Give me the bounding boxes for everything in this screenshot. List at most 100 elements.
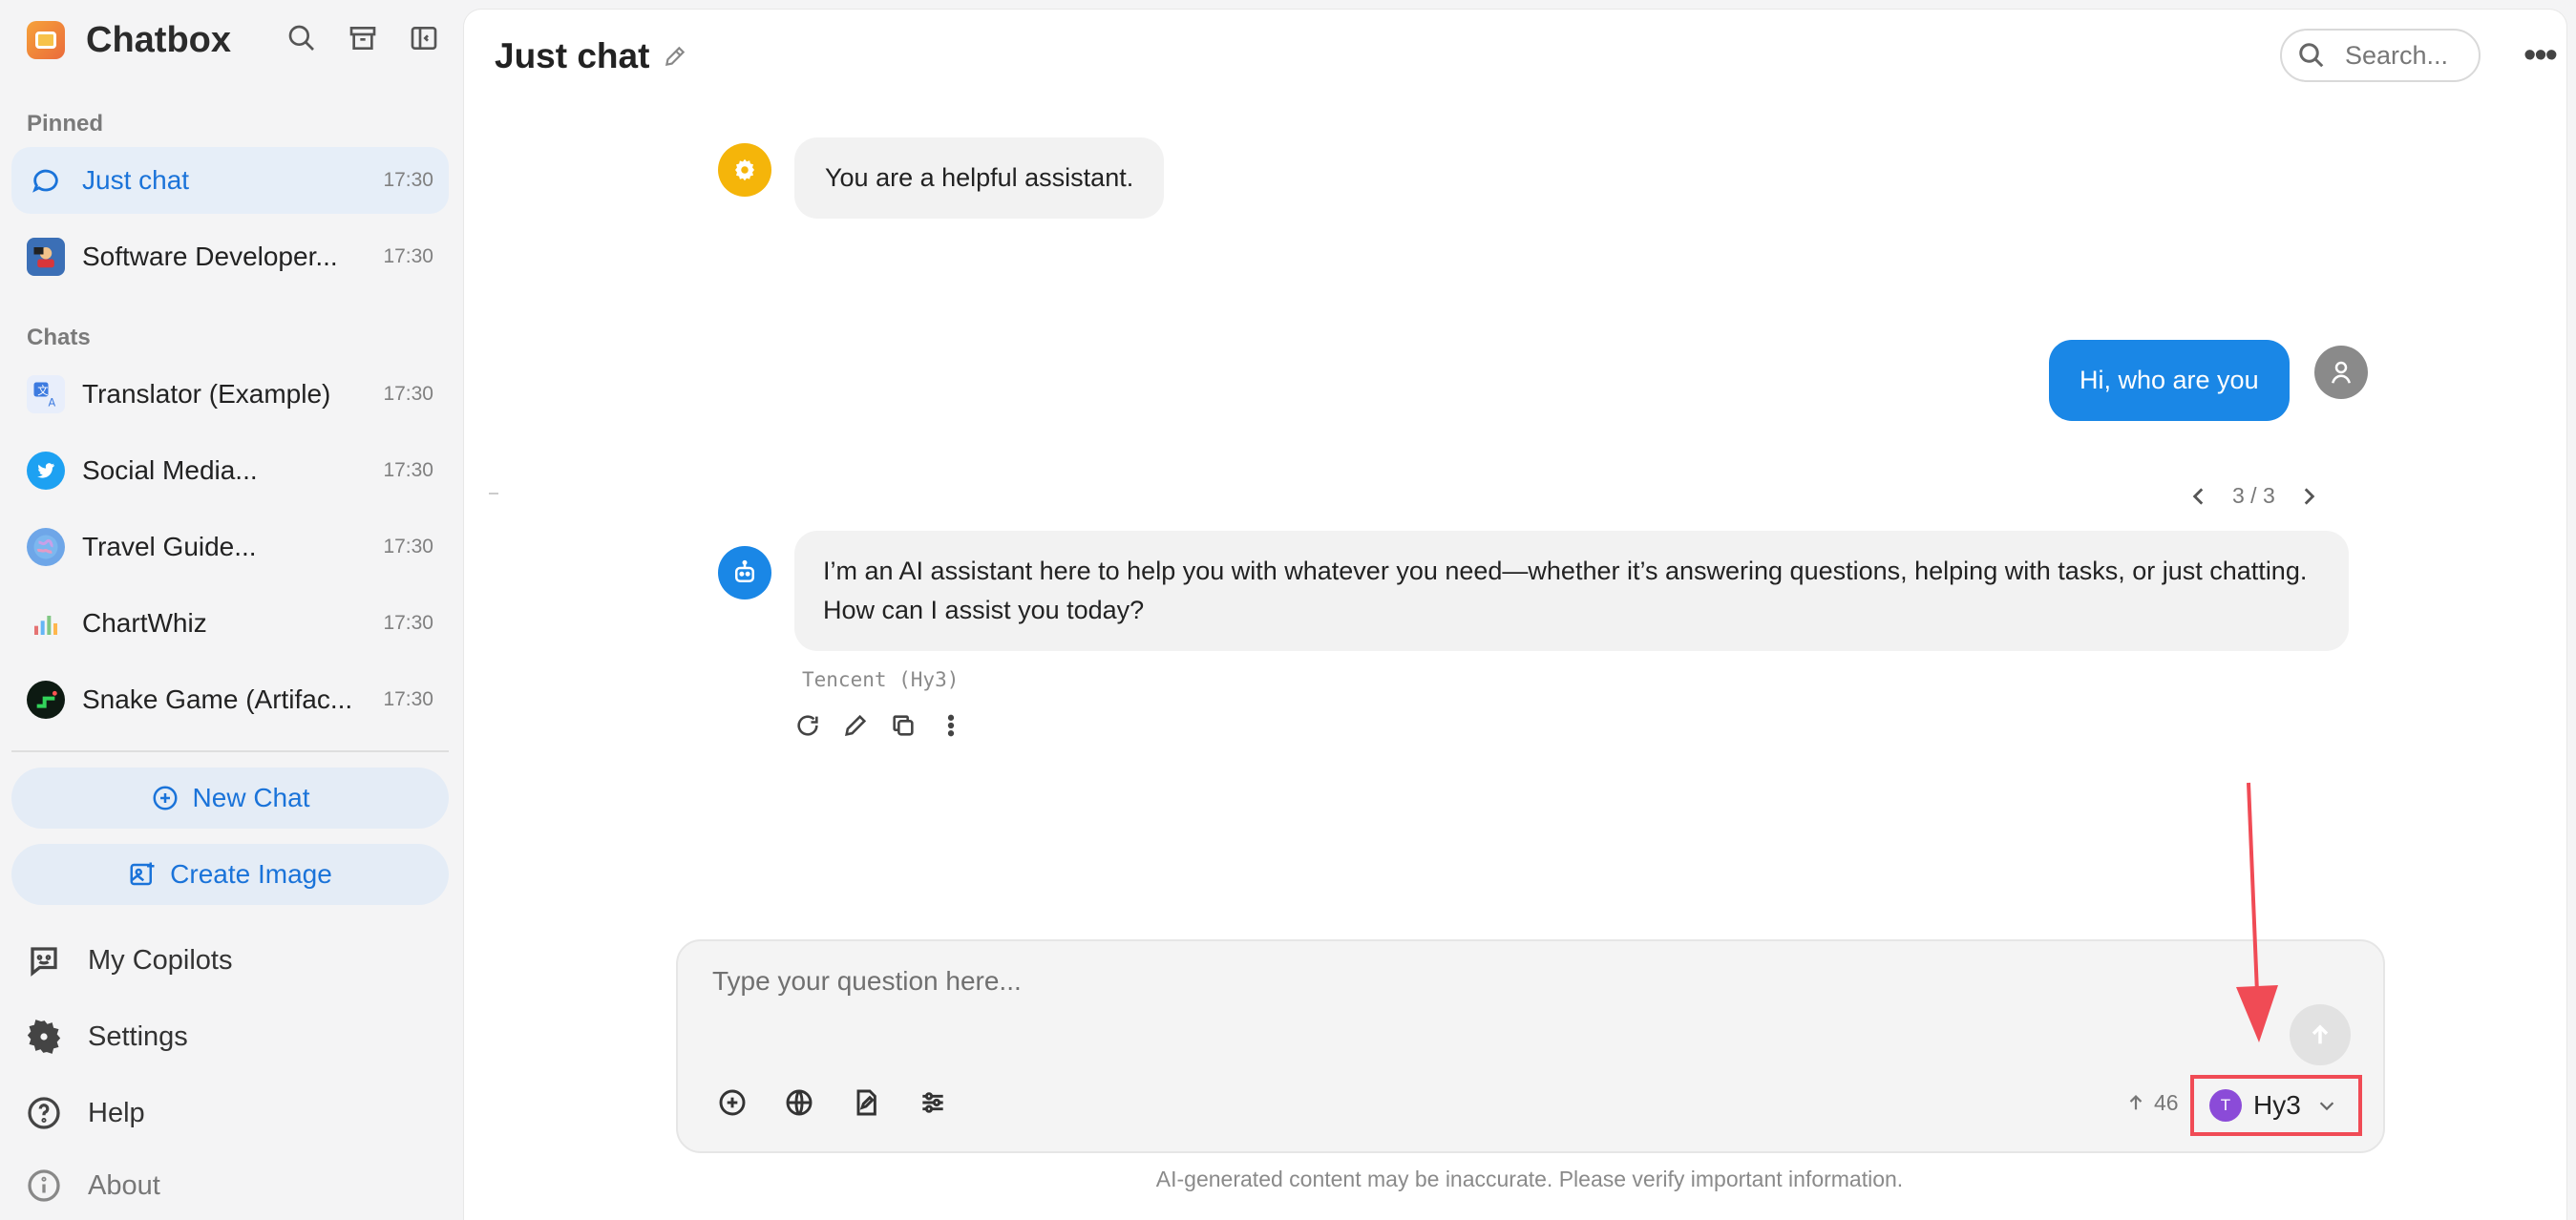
chat-item-time: 17:30 bbox=[383, 612, 433, 634]
chat-item-name: Just chat bbox=[82, 165, 190, 195]
collapse-sidebar-icon[interactable] bbox=[405, 19, 443, 57]
chat-item-time: 17:30 bbox=[383, 169, 433, 191]
token-count: 46 bbox=[2125, 1086, 2179, 1119]
create-image-button[interactable]: Create Image bbox=[11, 844, 449, 905]
system-message: You are a helpful assistant. bbox=[794, 137, 1165, 219]
search-icon[interactable] bbox=[283, 19, 321, 57]
snake-game-icon bbox=[27, 681, 65, 719]
archive-icon[interactable] bbox=[344, 19, 382, 57]
user-icon bbox=[2332, 361, 2351, 384]
message-composer: 46 T Hy3 bbox=[676, 939, 2385, 1153]
new-chat-button[interactable]: New Chat bbox=[11, 768, 449, 829]
chart-icon bbox=[27, 604, 65, 642]
send-button[interactable] bbox=[2290, 1004, 2351, 1065]
chat-item-name: Social Media... bbox=[82, 455, 258, 485]
settings-label: Settings bbox=[88, 1020, 188, 1052]
sidebar-item-translator[interactable]: 文A Translator (Example) 17:30 bbox=[11, 361, 449, 428]
twitter-icon bbox=[27, 452, 65, 490]
plus-circle-icon bbox=[153, 786, 178, 810]
sidebar-item-just-chat[interactable]: Just chat 17:30 bbox=[11, 147, 449, 214]
info-icon bbox=[28, 1169, 60, 1202]
chat-item-name: ChartWhiz bbox=[82, 608, 207, 638]
developer-avatar-icon bbox=[27, 238, 65, 276]
chat-panel: Just chat ••• You are a helpful assistan… bbox=[464, 10, 2566, 1220]
model-selector[interactable]: T Hy3 bbox=[2190, 1075, 2362, 1136]
message-input[interactable] bbox=[712, 966, 2240, 1023]
sidebar-item-social-media[interactable]: Social Media... 17:30 bbox=[11, 437, 449, 504]
sidebar-divider bbox=[11, 750, 449, 752]
user-avatar bbox=[2314, 346, 2368, 399]
composer-tools bbox=[716, 1086, 949, 1119]
system-avatar bbox=[718, 143, 771, 197]
more-options-icon[interactable]: ••• bbox=[2519, 34, 2561, 76]
sidebar-item-chartwhiz[interactable]: ChartWhiz 17:30 bbox=[11, 590, 449, 657]
pager-text: 3 / 3 bbox=[2232, 483, 2275, 508]
sidebar-item-snake-game[interactable]: Snake Game (Artifac... 17:30 bbox=[11, 666, 449, 733]
attach-icon[interactable] bbox=[716, 1086, 749, 1119]
chat-item-time: 17:30 bbox=[383, 536, 433, 557]
chat-item-time: 17:30 bbox=[383, 245, 433, 267]
model-avatar: T bbox=[2209, 1089, 2242, 1122]
sidebar-item-software-developer[interactable]: Software Developer... 17:30 bbox=[11, 223, 449, 290]
model-tag: Tencent (Hy3) bbox=[802, 668, 960, 691]
translate-icon: 文A bbox=[27, 375, 65, 413]
sidebar-item-settings[interactable]: Settings bbox=[27, 1010, 188, 1063]
edit-title-icon[interactable] bbox=[663, 44, 687, 69]
pinned-label: Pinned bbox=[27, 111, 104, 137]
assistant-avatar bbox=[718, 546, 771, 599]
chat-item-name: Translator (Example) bbox=[82, 379, 331, 409]
search-icon bbox=[2299, 43, 2324, 68]
sliders-icon[interactable] bbox=[917, 1086, 949, 1119]
globe-icon bbox=[27, 528, 65, 566]
app-name: Chatbox bbox=[86, 19, 231, 60]
sidebar-item-help[interactable]: Help bbox=[27, 1086, 145, 1140]
chats-label: Chats bbox=[27, 325, 91, 350]
copilot-icon bbox=[31, 947, 57, 977]
chat-item-name: Software Developer... bbox=[82, 242, 338, 271]
chevron-left-icon[interactable] bbox=[2186, 484, 2211, 509]
arrow-up-icon bbox=[2129, 1095, 2143, 1110]
web-browsing-icon[interactable] bbox=[783, 1086, 815, 1119]
sidebar: Chatbox Pinned Just chat 17:30 Software … bbox=[0, 0, 464, 1220]
robot-icon bbox=[735, 559, 754, 582]
svg-text:A: A bbox=[49, 397, 56, 410]
chat-item-name: Travel Guide... bbox=[82, 532, 257, 561]
create-image-label: Create Image bbox=[170, 859, 332, 889]
chat-bubble-icon bbox=[27, 161, 65, 200]
model-name: Hy3 bbox=[2253, 1090, 2301, 1120]
search-input[interactable] bbox=[2345, 40, 2469, 71]
message-actions bbox=[792, 710, 966, 741]
image-add-icon bbox=[130, 862, 155, 886]
chat-title: Just chat bbox=[495, 36, 687, 76]
scroll-marker bbox=[489, 493, 498, 494]
chat-item-time: 17:30 bbox=[383, 383, 433, 405]
user-message: Hi, who are you bbox=[2049, 340, 2290, 421]
arrow-up-icon bbox=[2312, 1024, 2329, 1044]
search-box[interactable] bbox=[2280, 29, 2481, 82]
regenerate-icon[interactable] bbox=[792, 710, 823, 741]
help-icon bbox=[28, 1097, 60, 1129]
sidebar-tools bbox=[283, 19, 443, 57]
chevron-right-icon[interactable] bbox=[2296, 484, 2321, 509]
message-more-icon[interactable] bbox=[936, 710, 966, 741]
disclaimer: AI-generated content may be inaccurate. … bbox=[1155, 1167, 1904, 1191]
document-icon[interactable] bbox=[850, 1086, 882, 1119]
brand: Chatbox bbox=[27, 17, 231, 63]
new-chat-label: New Chat bbox=[192, 783, 310, 812]
sidebar-item-my-copilots[interactable]: My Copilots bbox=[27, 934, 233, 987]
copy-icon[interactable] bbox=[888, 710, 918, 741]
page-title: Just chat bbox=[495, 36, 650, 75]
chat-item-name: Snake Game (Artifac... bbox=[82, 684, 353, 714]
about-label: About bbox=[88, 1169, 160, 1201]
help-label: Help bbox=[88, 1097, 145, 1128]
svg-text:文: 文 bbox=[37, 384, 48, 397]
sidebar-item-about[interactable]: About bbox=[27, 1159, 160, 1212]
chat-item-time: 17:30 bbox=[383, 688, 433, 710]
edit-message-icon[interactable] bbox=[840, 710, 871, 741]
response-pager: 3 / 3 bbox=[2186, 483, 2321, 509]
sidebar-item-travel-guide[interactable]: Travel Guide... 17:30 bbox=[11, 514, 449, 580]
chat-item-time: 17:30 bbox=[383, 459, 433, 481]
chevron-down-icon bbox=[2319, 1102, 2333, 1111]
gear-icon bbox=[735, 158, 754, 181]
chatbox-logo-icon bbox=[27, 21, 65, 59]
